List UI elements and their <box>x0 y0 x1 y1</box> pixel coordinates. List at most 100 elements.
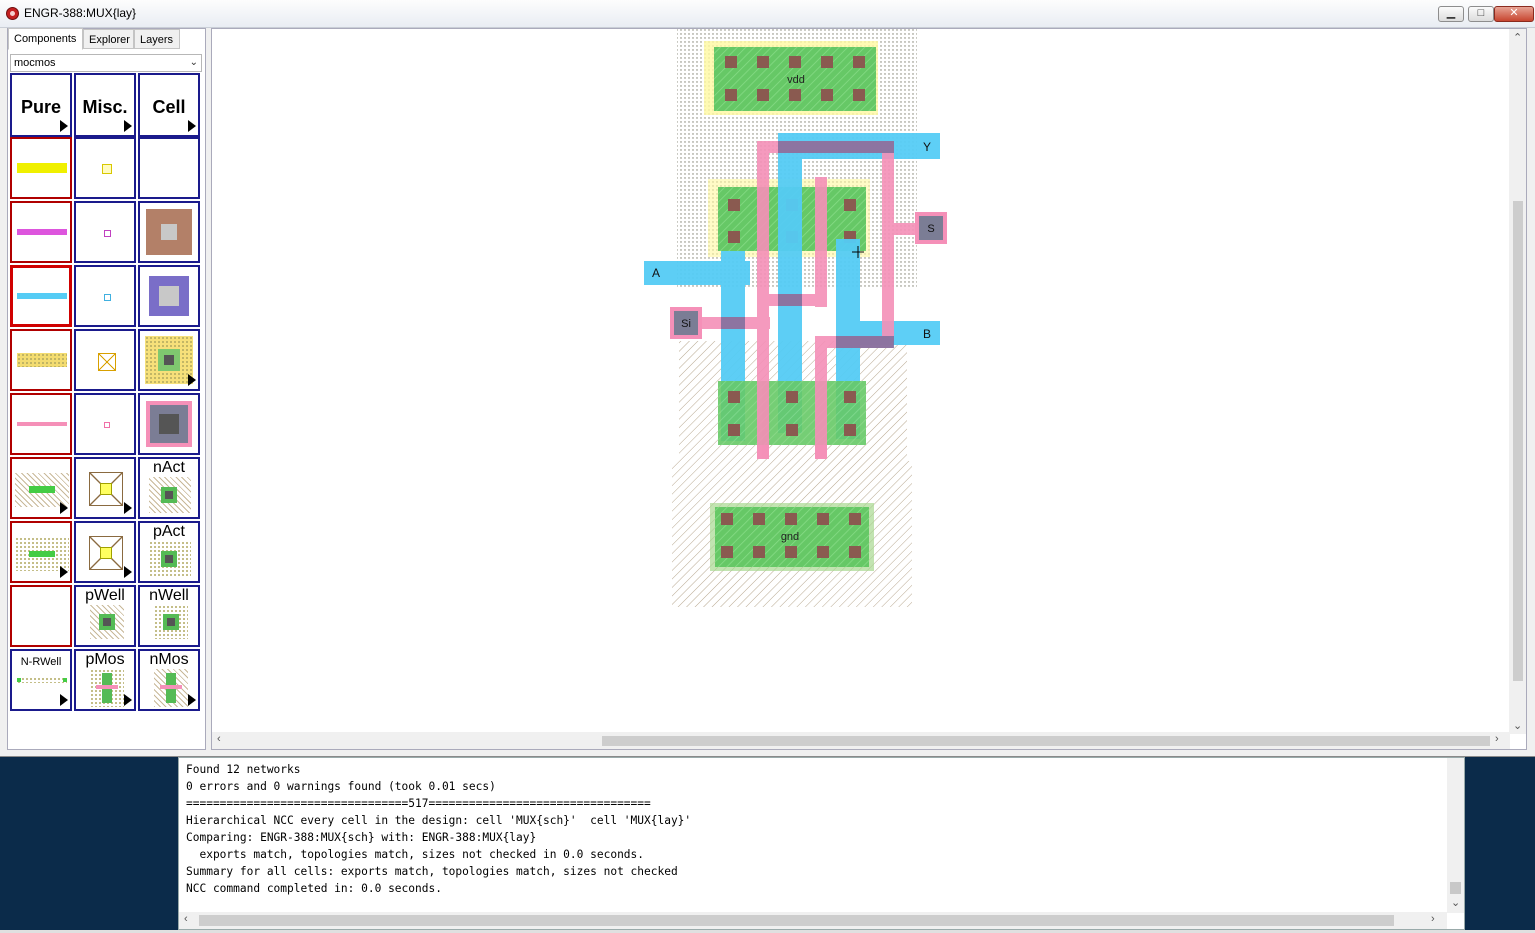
scroll-right-icon[interactable]: › <box>1431 913 1435 925</box>
poly-contact-item[interactable] <box>138 393 200 455</box>
pmos-transistor-item[interactable]: pMos <box>74 649 136 711</box>
scroll-up-icon[interactable]: ⌃ <box>1513 31 1522 44</box>
layout-drawing[interactable]: vdd S Si gnd A B Y <box>212 29 1510 734</box>
metal3-pin-icon <box>104 294 111 301</box>
messages-console[interactable]: Found 12 networks 0 errors and 0 warning… <box>178 757 1465 930</box>
pact-label: pAct <box>152 523 185 540</box>
metal1-pin-item[interactable] <box>74 137 136 199</box>
pmos-gate <box>96 685 118 689</box>
chevron-down-icon: ⌄ <box>189 57 198 68</box>
tab-components[interactable]: Components <box>8 28 83 50</box>
expand-arrow-icon <box>124 502 132 514</box>
pwell-body <box>99 614 115 630</box>
poly-pin-icon <box>104 422 110 428</box>
pact-contact-item[interactable]: pAct <box>138 521 200 583</box>
export-b-label: B <box>923 327 931 341</box>
contact-cut <box>165 555 173 563</box>
layout-editor-canvas[interactable]: vdd S Si gnd A B Y ⌃ ⌄ ‹ › <box>211 28 1527 750</box>
nmos-transistor-item[interactable]: nMos <box>138 649 200 711</box>
minimize-button[interactable]: ▁ <box>1438 6 1464 22</box>
n-active-arc-item[interactable] <box>10 457 72 519</box>
console-vertical-thumb[interactable] <box>1450 882 1461 894</box>
nwell-contact-item[interactable]: nWell <box>138 585 200 647</box>
nact-label: nAct <box>152 459 185 476</box>
n-rwell-item[interactable]: N-RWell <box>10 649 72 711</box>
pwell-label: pWell <box>85 587 125 604</box>
contact-cut <box>164 355 174 365</box>
console-horizontal-scrollbar[interactable]: ‹ › <box>179 912 1447 929</box>
expand-arrow-icon <box>60 120 68 132</box>
p-active-pin-item[interactable] <box>74 521 136 583</box>
palette-header-pure[interactable]: Pure <box>10 73 72 137</box>
scroll-right-icon[interactable]: › <box>1495 733 1499 745</box>
p-active-pin-icon <box>89 536 123 570</box>
via-contact-icon <box>149 276 189 316</box>
active-arc-item[interactable] <box>10 329 72 391</box>
metal2-metal3-contact-item[interactable] <box>138 265 200 327</box>
metal2-pin-icon <box>104 230 111 237</box>
gnd-label: gnd <box>781 531 799 543</box>
poly-contact-body <box>150 405 188 443</box>
contact-cut <box>103 618 111 626</box>
expand-arrow-icon <box>188 120 196 132</box>
scroll-down-icon[interactable]: ⌄ <box>1513 719 1522 732</box>
console-horizontal-thumb[interactable] <box>199 915 1394 926</box>
technology-select[interactable]: mocmos ⌄ <box>10 54 202 72</box>
active-contact-item[interactable] <box>138 329 200 391</box>
canvas-vertical-scrollbar[interactable]: ⌃ ⌄ <box>1509 29 1526 734</box>
expand-arrow-icon <box>60 502 68 514</box>
nact-contact-icon <box>149 477 191 513</box>
close-button[interactable]: ✕ <box>1494 6 1534 22</box>
console-text: Found 12 networks 0 errors and 0 warning… <box>186 761 691 897</box>
nmos-transistor-icon <box>154 669 188 707</box>
console-line: Comparing: ENGR-388:MUX{sch} with: ENGR-… <box>186 831 537 844</box>
console-line: =================================517====… <box>186 797 651 810</box>
scroll-left-icon[interactable]: ‹ <box>217 733 221 745</box>
rwell-end-left <box>17 678 21 682</box>
canvas-horizontal-scrollbar[interactable]: ‹ › <box>212 732 1510 749</box>
metal3-arc-item[interactable] <box>10 265 72 327</box>
technology-select-value: mocmos <box>14 57 56 69</box>
n-rwell-label: N-RWell <box>20 656 62 668</box>
n-active-pin-item[interactable] <box>74 457 136 519</box>
pact-body <box>161 551 177 567</box>
metal2-pin-item[interactable] <box>74 201 136 263</box>
contact-cut <box>165 491 173 499</box>
expand-arrow-icon <box>124 566 132 578</box>
contact-cut <box>167 618 175 626</box>
vertical-scroll-thumb[interactable] <box>1513 201 1523 681</box>
active-pin-item[interactable] <box>74 329 136 391</box>
expand-arrow-icon <box>60 566 68 578</box>
palette-header-misc[interactable]: Misc. <box>74 73 136 137</box>
expand-arrow-icon <box>60 694 68 706</box>
nact-contact-item[interactable]: nAct <box>138 457 200 519</box>
pwell-contact-icon <box>90 605 124 639</box>
maximize-button[interactable]: □ <box>1468 6 1494 22</box>
console-vertical-scrollbar[interactable]: ⌄ <box>1447 758 1464 913</box>
metal2-arc-item[interactable] <box>10 201 72 263</box>
pin-center <box>100 483 112 495</box>
poly-pin-item[interactable] <box>74 393 136 455</box>
expand-arrow-icon <box>188 694 196 706</box>
metal3-pin-item[interactable] <box>74 265 136 327</box>
tab-layers[interactable]: Layers <box>134 29 180 49</box>
tab-explorer[interactable]: Explorer <box>83 29 134 49</box>
metal1-metal2-contact-item[interactable] <box>138 201 200 263</box>
console-line: 0 errors and 0 warnings found (took 0.01… <box>186 780 496 793</box>
expand-arrow-icon <box>188 374 196 386</box>
export-a-label: A <box>652 266 660 280</box>
horizontal-scroll-thumb[interactable] <box>602 736 1490 746</box>
expand-arrow-icon <box>124 694 132 706</box>
window-title: ENGR-388:MUX{lay} <box>24 6 137 20</box>
scroll-left-icon[interactable]: ‹ <box>184 913 188 925</box>
metal1-arc-icon <box>17 163 67 173</box>
main-window: ENGR-388:MUX{lay} ▁ □ ✕ Components Explo… <box>0 0 1535 757</box>
metal1-arc-item[interactable] <box>10 137 72 199</box>
console-line: Summary for all cells: exports match, to… <box>186 865 678 878</box>
pwell-contact-item[interactable]: pWell <box>74 585 136 647</box>
poly-arc-item[interactable] <box>10 393 72 455</box>
active-contact-icon <box>145 336 193 384</box>
scroll-down-icon[interactable]: ⌄ <box>1451 896 1460 909</box>
p-active-arc-item[interactable] <box>10 521 72 583</box>
palette-header-cell[interactable]: Cell <box>138 73 200 137</box>
